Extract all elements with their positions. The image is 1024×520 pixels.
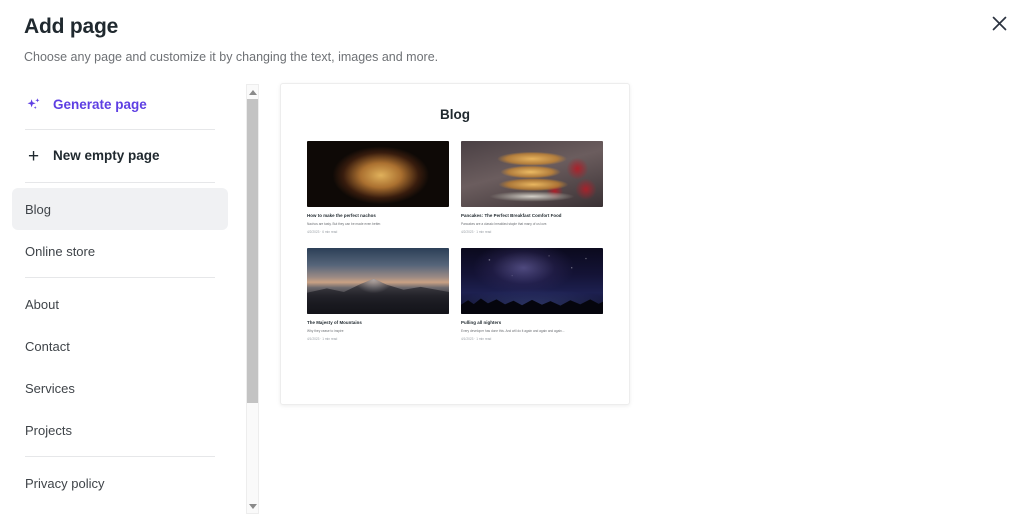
sidebar-item-label: Contact xyxy=(25,338,70,354)
chevron-up-icon xyxy=(248,89,257,95)
blog-preview-card[interactable]: Blog How to make the perfect nachos Nach… xyxy=(280,83,630,405)
sidebar-item-contact[interactable]: Contact xyxy=(12,325,228,367)
generate-page-button[interactable]: Generate page xyxy=(12,86,228,124)
page-preview-panel: Blog How to make the perfect nachos Nach… xyxy=(280,83,630,405)
sidebar-item-label: Privacy policy xyxy=(25,475,105,491)
sidebar-item-label: Online store xyxy=(25,243,96,259)
scrollbar-track[interactable] xyxy=(246,99,259,499)
sidebar-item-label: Blog xyxy=(25,201,52,217)
new-empty-page-button[interactable]: + New empty page xyxy=(12,135,228,177)
sidebar-item-about[interactable]: About xyxy=(12,283,228,325)
add-page-dialog: Add page Choose any page and customize i… xyxy=(0,0,1024,520)
post-title: Pulling all nighters xyxy=(461,320,502,326)
post-title: Pancakes: The Perfect Breakfast Comfort … xyxy=(461,213,562,218)
sidebar-scrollbar[interactable] xyxy=(246,84,259,514)
post-title: The Majesty of Mountains xyxy=(307,320,362,326)
sidebar-divider xyxy=(25,456,215,457)
close-button[interactable] xyxy=(984,8,1014,38)
mountains-photo xyxy=(307,248,449,315)
blog-post-grid: How to make the perfect nachos Nachos ar… xyxy=(307,141,603,341)
close-icon xyxy=(992,16,1007,31)
sidebar-divider xyxy=(25,129,215,130)
nachos-photo xyxy=(307,141,449,207)
sidebar-item-label: About xyxy=(25,296,59,312)
night-sky-photo xyxy=(461,248,603,315)
sidebar-item-privacy-policy[interactable]: Privacy policy xyxy=(12,462,228,504)
post-meta: 4/2/2023 · 1 min read xyxy=(461,229,492,234)
post-description: Pancakes are a classic breakfast staple … xyxy=(461,222,548,226)
scroll-down-button[interactable] xyxy=(246,499,259,513)
sidebar-divider xyxy=(25,182,215,183)
page-subtitle: Choose any page and customize it by chan… xyxy=(24,50,439,64)
post-description: Every developer has done this. And will … xyxy=(461,329,565,334)
post-description: Nachos are tasty. But they can be made e… xyxy=(307,222,382,226)
sidebar-item-online-store[interactable]: Online store xyxy=(12,230,228,272)
sidebar-item-projects[interactable]: Projects xyxy=(12,409,228,451)
page-title: Add page xyxy=(24,15,119,38)
blog-post-item[interactable]: Pulling all nighters Every developer has… xyxy=(461,248,603,341)
preview-heading: Blog xyxy=(440,107,470,122)
dialog-header: Add page Choose any page and customize i… xyxy=(0,0,1024,65)
sidebar-divider xyxy=(25,277,215,278)
scrollbar-thumb[interactable] xyxy=(247,99,258,403)
sidebar-item-blog[interactable]: Blog xyxy=(12,188,228,230)
sidebar-item-label: Projects xyxy=(25,422,72,438)
post-meta: 4/2/2023 · 6 min read xyxy=(307,229,338,234)
post-title: How to make the perfect nachos xyxy=(307,213,376,218)
sidebar-item-services[interactable]: Services xyxy=(12,367,228,409)
pancakes-photo xyxy=(461,141,603,207)
scroll-up-button[interactable] xyxy=(246,85,259,99)
blog-post-item[interactable]: Pancakes: The Perfect Breakfast Comfort … xyxy=(461,141,603,234)
dialog-body: Generate page + New empty page Blog Onli… xyxy=(0,78,1024,520)
sparkle-icon xyxy=(25,97,42,114)
plus-icon: + xyxy=(27,145,40,167)
blog-post-item[interactable]: The Majesty of Mountains Why they cease … xyxy=(307,248,449,341)
post-meta: 4/1/2023 · 1 min read xyxy=(307,336,338,341)
chevron-down-icon xyxy=(248,503,257,509)
page-list-sidebar: Generate page + New empty page Blog Onli… xyxy=(0,78,240,520)
new-empty-page-label: New empty page xyxy=(53,148,160,164)
blog-post-item[interactable]: How to make the perfect nachos Nachos ar… xyxy=(307,141,449,234)
post-meta: 4/1/2023 · 1 min read xyxy=(461,336,492,341)
sidebar-item-label: Services xyxy=(25,380,75,396)
generate-page-label: Generate page xyxy=(53,97,147,113)
post-description: Why they cease to inspire xyxy=(307,329,344,334)
